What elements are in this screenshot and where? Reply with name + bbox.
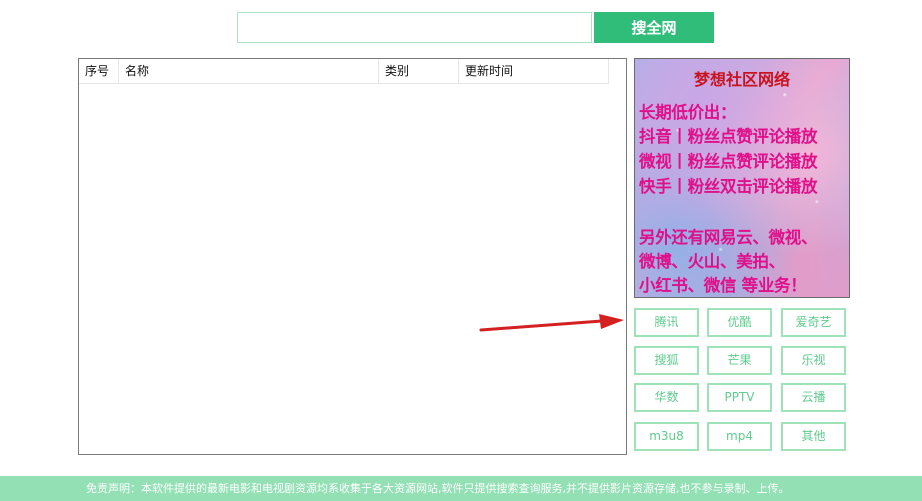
source-button-huashu[interactable]: 华数 xyxy=(634,383,699,412)
source-button-letv[interactable]: 乐视 xyxy=(781,346,846,375)
column-header-name[interactable]: 名称 xyxy=(119,59,379,83)
source-button-youku[interactable]: 优酷 xyxy=(707,308,772,337)
column-header-index[interactable]: 序号 xyxy=(79,59,119,83)
ad-line: 微博、火山、美拍、 xyxy=(639,252,785,271)
source-button-m3u8[interactable]: m3u8 xyxy=(634,422,699,451)
ad-line: 长期低价出： xyxy=(639,103,737,122)
source-button-iqiyi[interactable]: 爱奇艺 xyxy=(781,308,846,337)
table-scrollbar[interactable] xyxy=(609,59,626,454)
source-button-sohu[interactable]: 搜狐 xyxy=(634,346,699,375)
search-input[interactable] xyxy=(237,12,592,43)
column-header-category[interactable]: 类别 xyxy=(379,59,459,83)
source-button-tencent[interactable]: 腾讯 xyxy=(634,308,699,337)
source-button-mango[interactable]: 芒果 xyxy=(707,346,772,375)
ad-banner[interactable]: 梦想社区网络 长期低价出： 抖音丨粉丝点赞评论播放 微视丨粉丝点赞评论播放 快手… xyxy=(634,58,850,298)
search-button[interactable]: 搜全网 xyxy=(594,12,714,43)
ad-line: 快手丨粉丝双击评论播放 xyxy=(639,177,818,196)
red-arrow-icon xyxy=(479,314,624,332)
disclaimer-footer: 免责声明：本软件提供的最新电影和电视剧资源均系收集于各大资源网站,软件只提供搜索… xyxy=(0,476,922,501)
column-header-updated[interactable]: 更新时间 xyxy=(459,59,609,83)
ad-line: 另外还有网易云、微视、 xyxy=(639,228,818,247)
source-button-mp4[interactable]: mp4 xyxy=(707,422,772,451)
source-button-other[interactable]: 其他 xyxy=(781,422,846,451)
source-button-cloud[interactable]: 云播 xyxy=(781,383,846,412)
source-button-pptv[interactable]: PPTV xyxy=(707,383,772,412)
table-header: 序号 名称 类别 更新时间 xyxy=(79,59,610,84)
ad-line: 微视丨粉丝点赞评论播放 xyxy=(639,152,818,171)
ad-title: 梦想社区网络 xyxy=(693,70,790,89)
results-table[interactable]: 序号 名称 类别 更新时间 xyxy=(78,58,627,455)
ad-line: 抖音丨粉丝点赞评论播放 xyxy=(639,127,818,146)
ad-line: 小红书、微信 等业务！ xyxy=(639,276,807,295)
